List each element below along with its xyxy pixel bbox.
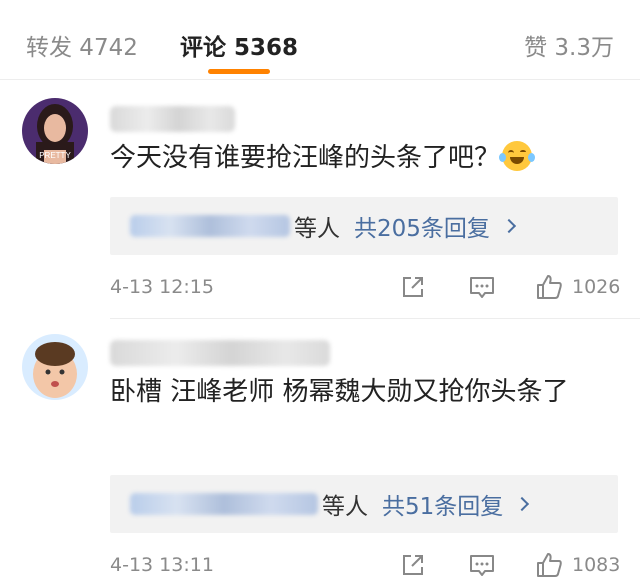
tab-comments[interactable]: 评论 5368	[180, 28, 298, 62]
divider	[110, 318, 640, 319]
username-blurred[interactable]	[110, 340, 330, 366]
comment-item: 卧槽 汪峰老师 杨幂魏大勋又抢你头条了 等人 共51条回复 4-13 13:11…	[0, 320, 640, 587]
comment-time: 4-13 12:15	[110, 276, 214, 298]
chevron-right-icon	[501, 218, 516, 234]
share-icon[interactable]	[398, 550, 428, 580]
replier-names-blurred	[130, 215, 290, 237]
comment-text-body: 卧槽 汪峰老师 杨幂魏大勋又抢你头条了	[110, 377, 569, 407]
comment-text-body: 今天没有谁要抢汪峰的头条了吧？	[110, 143, 501, 173]
comment-text: 今天没有谁要抢汪峰的头条了吧？	[110, 136, 620, 180]
reply-suffix: 等人	[294, 216, 340, 242]
reply-summary[interactable]: 等人 共205条回复	[110, 197, 618, 255]
share-icon[interactable]	[398, 272, 428, 302]
avatar-label: PRETTY	[39, 151, 71, 160]
laughing-crying-emoji-icon	[499, 141, 536, 171]
like-count: 1083	[572, 554, 621, 576]
comment-meta: 4-13 13:11 1083	[110, 550, 620, 584]
comment-item: PRETTY 今天没有谁要抢汪峰的头条了吧？ 等人 共205条回复 4-13 1…	[0, 80, 640, 320]
like-icon[interactable]	[534, 272, 564, 302]
comment-meta: 4-13 12:15 1026	[110, 272, 620, 306]
avatar[interactable]: PRETTY	[22, 98, 88, 164]
comment-icon[interactable]	[467, 550, 497, 580]
comment-text: 卧槽 汪峰老师 杨幂魏大勋又抢你头条了	[110, 370, 620, 414]
replier-names-blurred	[130, 493, 318, 515]
tab-likes[interactable]: 赞 3.3万	[524, 28, 614, 62]
like-count: 1026	[572, 276, 621, 298]
active-tab-indicator	[208, 69, 270, 74]
reply-summary[interactable]: 等人 共51条回复	[110, 475, 618, 533]
comment-time: 4-13 13:11	[110, 554, 214, 576]
tab-reposts[interactable]: 转发 4742	[26, 28, 138, 62]
chevron-right-icon	[515, 496, 530, 512]
username-blurred[interactable]	[110, 106, 235, 132]
tab-bar: 转发 4742 评论 5368 赞 3.3万	[0, 0, 640, 80]
comment-icon[interactable]	[467, 272, 497, 302]
avatar[interactable]	[22, 334, 88, 400]
reply-count-link[interactable]: 共51条回复	[382, 487, 503, 521]
reply-suffix: 等人	[322, 494, 368, 520]
like-icon[interactable]	[534, 550, 564, 580]
reply-count-link[interactable]: 共205条回复	[354, 209, 490, 243]
